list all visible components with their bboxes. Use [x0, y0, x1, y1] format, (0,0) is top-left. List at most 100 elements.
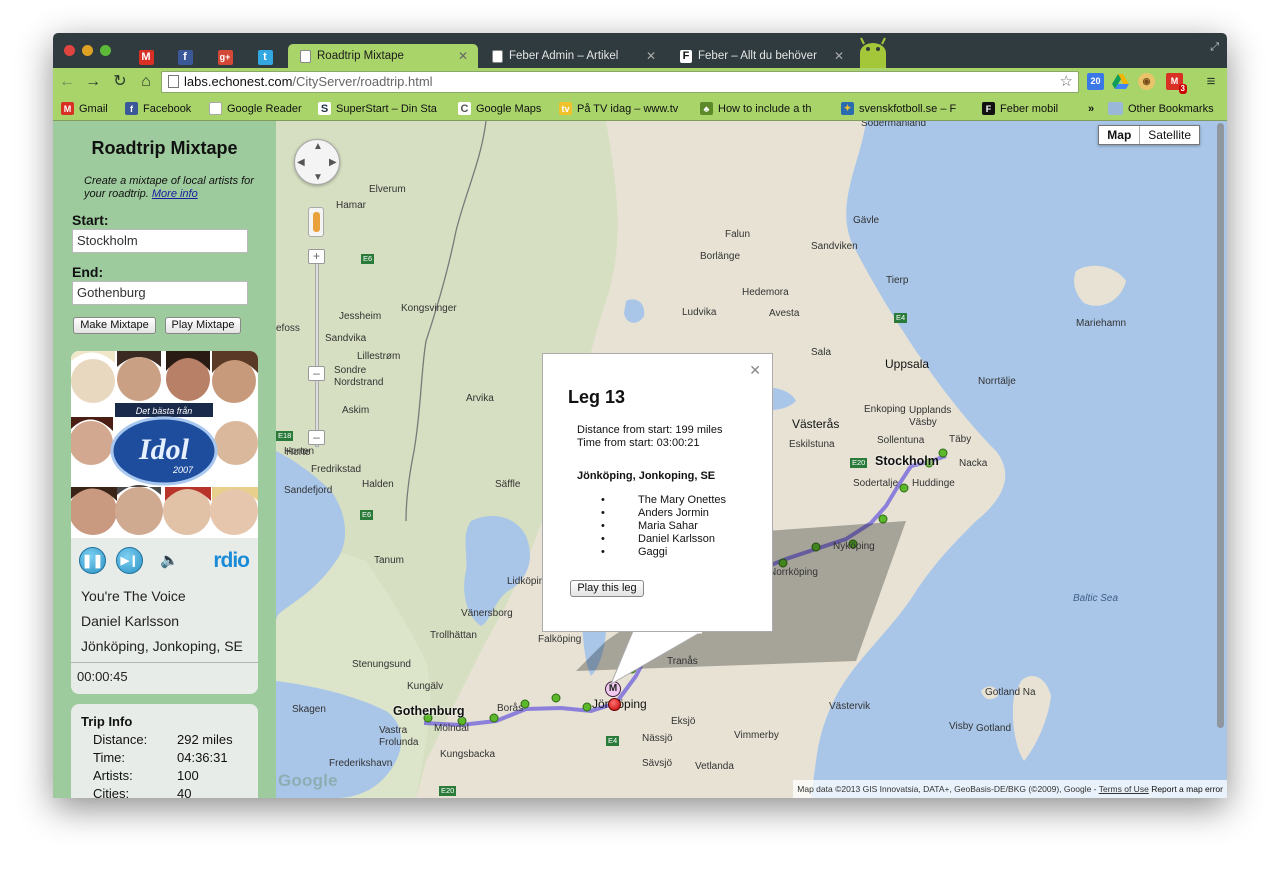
pinned-tab-facebook[interactable]: f: [169, 46, 201, 68]
pinned-tab-gmail[interactable]: M: [130, 46, 162, 68]
location-pin[interactable]: [608, 698, 621, 711]
pan-left-icon[interactable]: ◀: [297, 157, 305, 168]
map-place-label: Skagen: [292, 704, 326, 715]
bookmark-svenskfotboll[interactable]: ✦ svenskfotboll.se – F: [841, 100, 968, 117]
bookmark-other[interactable]: Other Bookmarks: [1108, 100, 1214, 117]
gmail-checker-icon[interactable]: M3: [1166, 73, 1187, 94]
leg-distance: Distance from start: 199 miles: [577, 424, 723, 436]
road-shield: E4: [894, 313, 908, 323]
close-icon[interactable]: ✕: [749, 362, 761, 379]
bookmark-tv[interactable]: tv På TV idag – www.tv: [559, 100, 692, 117]
pan-up-icon[interactable]: ▲: [313, 141, 323, 152]
terms-of-use-link[interactable]: Terms of Use: [1099, 784, 1149, 794]
minimize-window-button[interactable]: [82, 45, 93, 56]
zoom-slider-track[interactable]: [315, 253, 319, 447]
album-cover[interactable]: Det bästa från Idol 2007: [71, 351, 258, 538]
map-place-label: Nyköping: [833, 541, 875, 552]
tab-feber-admin[interactable]: Feber Admin – Artikel ✕: [480, 44, 666, 68]
map-place-label: Fredrikstad: [311, 464, 362, 475]
folder-icon: [1108, 102, 1123, 115]
make-mixtape-button[interactable]: Make Mixtape: [73, 317, 156, 334]
bookmark-gmail[interactable]: M Gmail: [61, 100, 108, 117]
bookmark-facebook[interactable]: f Facebook: [125, 100, 191, 117]
map-place-label: Nacka: [959, 458, 988, 469]
pinned-tab-twitter[interactable]: t: [249, 46, 281, 68]
pan-down-icon[interactable]: ▼: [313, 172, 323, 183]
end-input[interactable]: Gothenburg: [72, 281, 248, 305]
bookmark-feber-mobil[interactable]: F Feber mobil: [982, 100, 1058, 117]
calendar-extension-icon[interactable]: 20: [1087, 73, 1104, 90]
map-place-label: Visby: [949, 721, 974, 732]
map-place-label: Gotland: [976, 723, 1012, 734]
reload-button[interactable]: ↻: [110, 72, 130, 92]
music-player: Det bästa från Idol 2007 ❚❚ ▶❙ 🔈 rdio Yo…: [71, 351, 258, 694]
pause-button[interactable]: ❚❚: [79, 547, 106, 574]
bookmark-google-maps[interactable]: C Google Maps: [458, 100, 541, 117]
tab-roadtrip[interactable]: Roadtrip Mixtape ✕: [288, 44, 478, 68]
bookmarks-overflow-button[interactable]: »: [1088, 100, 1094, 117]
google-drive-icon[interactable]: [1112, 73, 1129, 90]
play-mixtape-button[interactable]: Play Mixtape: [165, 317, 241, 334]
map-place-label: Vastra Frolunda: [379, 725, 419, 748]
pinned-tab-googleplus[interactable]: g+: [209, 46, 241, 68]
map-place-label: Täby: [949, 434, 972, 445]
pan-right-icon[interactable]: ▶: [329, 157, 337, 168]
bookmark-google-reader[interactable]: Google Reader: [209, 100, 302, 117]
tab-close-icon[interactable]: ✕: [458, 49, 468, 63]
back-button[interactable]: ←: [57, 72, 77, 92]
pan-control[interactable]: ▲ ▼ ◀ ▶: [294, 139, 340, 185]
bookmark-star-icon[interactable]: ☆: [1060, 72, 1073, 92]
player-controls: ❚❚ ▶❙ 🔈 rdio: [71, 547, 258, 575]
map-place-label: Sävsjö: [642, 758, 673, 769]
owl-extension-icon[interactable]: ◉: [1138, 73, 1155, 90]
zoom-out-button[interactable]: –: [308, 430, 325, 445]
map-place-label: Sandefjord: [284, 485, 333, 496]
street-view-pegman-icon[interactable]: [308, 207, 324, 237]
bookmark-label: Google Reader: [227, 102, 302, 115]
map-type-satellite-button[interactable]: Satellite: [1140, 126, 1199, 144]
address-bar[interactable]: labs.echonest.com/CityServer/roadtrip.ht…: [161, 71, 1079, 93]
map-place-label: Borlänge: [700, 251, 741, 262]
close-window-button[interactable]: [64, 45, 75, 56]
play-leg-button[interactable]: Play this leg: [570, 580, 644, 597]
road-shield: E20: [439, 786, 457, 796]
list-item: Gaggi: [577, 546, 726, 559]
feber-icon: F: [982, 102, 995, 115]
zoom-in-button[interactable]: +: [308, 249, 325, 264]
tv-icon: tv: [559, 102, 572, 115]
menu-icon[interactable]: ≡: [1201, 72, 1221, 92]
bookmark-how-to[interactable]: ♣ How to include a th: [700, 100, 825, 117]
row-label: Cities:: [93, 786, 130, 798]
zoom-slider-handle[interactable]: –: [308, 366, 325, 381]
facebook-icon: f: [177, 49, 193, 65]
city-label: Stockholm: [875, 454, 939, 468]
next-track-button[interactable]: ▶❙: [116, 547, 143, 574]
map-place-label: Vetlanda: [695, 761, 734, 772]
bookmark-label: Facebook: [143, 102, 192, 115]
volume-icon[interactable]: 🔈: [160, 551, 179, 569]
more-info-link[interactable]: More info: [152, 188, 198, 200]
tab-close-icon[interactable]: ✕: [834, 49, 844, 63]
sidebar: Roadtrip Mixtape Create a mixtape of loc…: [53, 121, 276, 798]
map-type-map-button[interactable]: Map: [1099, 126, 1141, 144]
twitter-icon: t: [257, 49, 273, 65]
google-logo[interactable]: Google: [278, 771, 338, 791]
home-button[interactable]: ⌂: [136, 72, 156, 92]
tab-close-icon[interactable]: ✕: [646, 49, 656, 63]
map-place-label: Eksjö: [671, 716, 696, 727]
start-input[interactable]: Stockholm: [72, 229, 248, 253]
cover-logo-text: Idol: [138, 433, 190, 466]
url-host: labs.echonest.com: [184, 74, 293, 89]
fullscreen-icon[interactable]: ⤢: [1210, 41, 1219, 54]
map-place-label: Sodertalje: [853, 478, 899, 489]
report-map-error-link[interactable]: Report a map error: [1151, 784, 1223, 794]
trip-info-title: Trip Info: [81, 714, 133, 729]
zoom-window-button[interactable]: [100, 45, 111, 56]
track-location: Jönköping, Jonkoping, SE: [81, 638, 243, 654]
tab-feber[interactable]: F Feber – Allt du behöver ✕: [668, 44, 854, 68]
bookmark-superstart[interactable]: S SuperStart – Din Sta: [318, 100, 443, 117]
leg-artist-list: The Mary Onettes Anders Jormin Maria Sah…: [577, 494, 726, 559]
page-scrollbar[interactable]: [1217, 123, 1224, 728]
map-canvas[interactable]: Elverum Hamar Södermanland Lillestrøm Je…: [276, 121, 1227, 798]
forward-button[interactable]: →: [83, 72, 103, 92]
